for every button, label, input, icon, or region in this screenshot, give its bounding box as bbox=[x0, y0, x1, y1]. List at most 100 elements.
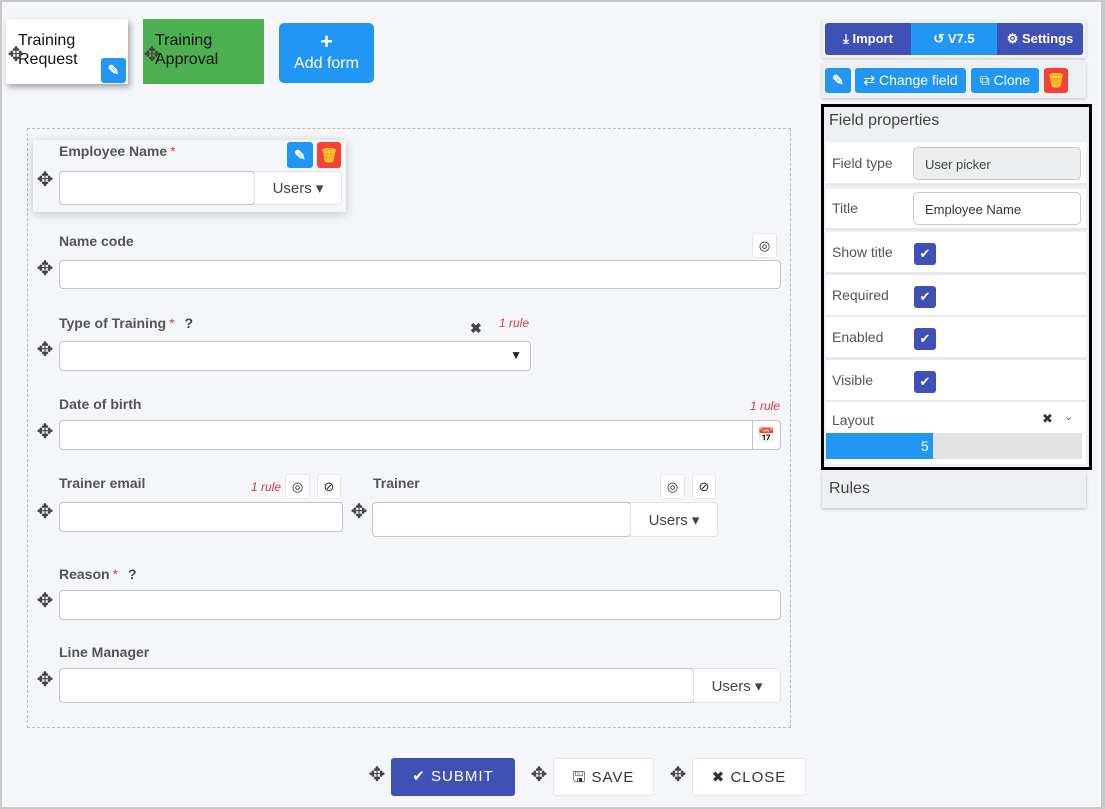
clear-icon[interactable]: ✖ bbox=[470, 320, 482, 337]
rule-count[interactable]: 1 rule bbox=[750, 399, 780, 413]
move-icon[interactable]: ✥ bbox=[34, 170, 56, 190]
prop-label: Visible bbox=[832, 372, 873, 388]
move-icon[interactable]: ✥ bbox=[34, 422, 56, 442]
submit-button[interactable]: ✔ SUBMIT bbox=[391, 758, 515, 796]
enabled-checkbox[interactable]: ✔ bbox=[914, 328, 936, 350]
employee-name-input[interactable] bbox=[59, 171, 255, 205]
prop-label: Layout bbox=[832, 412, 875, 428]
move-icon[interactable]: ✥ bbox=[141, 45, 163, 65]
field-label: Type of Training *? bbox=[59, 315, 194, 331]
pencil-icon: ✎ bbox=[107, 62, 120, 78]
users-dropdown-button[interactable]: Users ▾ bbox=[630, 502, 718, 537]
field-type-value: User picker bbox=[913, 147, 1081, 180]
layout-slider[interactable]: 5 bbox=[826, 433, 1082, 459]
prop-label: Field type bbox=[832, 155, 893, 171]
eye-slash-icon: ◎ bbox=[666, 479, 679, 494]
reason-input[interactable] bbox=[59, 590, 781, 620]
history-icon: ↺ bbox=[933, 31, 945, 46]
settings-button[interactable]: ⚙ Settings bbox=[997, 23, 1083, 55]
prop-label: Title bbox=[832, 200, 858, 216]
copy-icon: ⧉ bbox=[979, 72, 990, 88]
trainer-input[interactable] bbox=[372, 502, 631, 537]
change-field-button[interactable]: ⇄ Change field bbox=[855, 68, 966, 93]
move-icon[interactable]: ✥ bbox=[34, 502, 56, 522]
show-title-checkbox[interactable]: ✔ bbox=[914, 243, 936, 265]
add-form-button[interactable]: + Add form bbox=[279, 23, 374, 83]
rule-count[interactable]: 1 rule bbox=[251, 480, 281, 494]
pencil-icon: ✎ bbox=[294, 147, 306, 163]
disable-toggle-button[interactable]: ⊘ bbox=[317, 474, 341, 499]
trash-icon: 🗑 bbox=[1047, 72, 1065, 88]
prop-show-title: Show title ✔ bbox=[826, 232, 1086, 275]
prop-label: Required bbox=[832, 287, 889, 303]
prop-field-type: Field type User picker bbox=[826, 142, 1086, 186]
disable-toggle-button[interactable]: ⊘ bbox=[692, 474, 716, 499]
layout-slider-fill[interactable]: 5 bbox=[826, 433, 933, 459]
delete-field-button[interactable]: 🗑 bbox=[1044, 68, 1068, 93]
prop-required: Required ✔ bbox=[826, 275, 1086, 318]
move-icon[interactable]: ✥ bbox=[667, 765, 689, 785]
visible-checkbox[interactable]: ✔ bbox=[914, 371, 936, 393]
visibility-toggle-button[interactable]: ◎ bbox=[752, 233, 777, 258]
caret-down-icon: ▼ bbox=[510, 348, 522, 362]
gear-icon: ⚙ bbox=[1006, 31, 1019, 46]
check-icon: ✔ bbox=[412, 768, 426, 785]
clear-icon[interactable]: ✖ bbox=[1042, 411, 1053, 427]
move-icon[interactable]: ✥ bbox=[366, 765, 388, 785]
edit-field-button[interactable]: ✎ bbox=[825, 68, 851, 93]
edit-tab-button[interactable]: ✎ bbox=[101, 58, 126, 83]
users-dropdown-button[interactable]: Users ▾ bbox=[254, 171, 342, 205]
field-label: Name code bbox=[59, 233, 134, 249]
trainer-email-input[interactable] bbox=[59, 502, 343, 532]
version-button[interactable]: ↺ V7.5 bbox=[911, 23, 997, 55]
prop-enabled: Enabled ✔ bbox=[826, 317, 1086, 360]
move-icon[interactable]: ✥ bbox=[348, 502, 370, 522]
plus-icon: + bbox=[320, 29, 333, 54]
ban-icon: ⊘ bbox=[323, 479, 335, 494]
calendar-button[interactable]: 📅 bbox=[752, 420, 781, 450]
download-icon: ⤓ bbox=[843, 31, 849, 46]
move-icon[interactable]: ✥ bbox=[34, 259, 56, 279]
move-icon[interactable]: ✥ bbox=[34, 670, 56, 690]
field-label: Employee Name * bbox=[59, 143, 176, 159]
prop-visible: Visible ✔ bbox=[826, 360, 1086, 403]
edit-field-button[interactable]: ✎ bbox=[287, 142, 313, 168]
field-label: Line Manager bbox=[59, 644, 150, 660]
field-label: Trainer bbox=[373, 475, 420, 491]
move-icon[interactable]: ✥ bbox=[528, 765, 550, 785]
users-dropdown-button[interactable]: Users ▾ bbox=[693, 668, 781, 703]
name-code-input[interactable] bbox=[59, 260, 781, 289]
rule-count[interactable]: 1 rule bbox=[499, 316, 529, 330]
field-label: Date of birth bbox=[59, 396, 142, 412]
floppy-icon: 🖫 bbox=[572, 769, 587, 786]
date-of-birth-input[interactable] bbox=[59, 420, 781, 450]
field-label: Reason *? bbox=[59, 566, 137, 582]
rules-panel[interactable]: Rules bbox=[822, 472, 1086, 508]
title-input[interactable]: Employee Name bbox=[913, 192, 1081, 225]
move-icon[interactable]: ✥ bbox=[5, 45, 27, 65]
line-manager-input[interactable] bbox=[59, 668, 694, 703]
exchange-icon: ⇄ bbox=[863, 72, 876, 88]
prop-label: Show title bbox=[832, 244, 893, 260]
prop-layout: Layout ✖ ⌄ 5 bbox=[826, 402, 1086, 464]
delete-field-button[interactable]: 🗑 bbox=[317, 142, 341, 168]
trash-icon: 🗑 bbox=[320, 147, 338, 163]
save-button[interactable]: 🖫 SAVE bbox=[553, 758, 654, 796]
required-checkbox[interactable]: ✔ bbox=[914, 286, 936, 308]
move-icon[interactable]: ✥ bbox=[34, 340, 56, 360]
move-icon[interactable]: ✥ bbox=[34, 591, 56, 611]
visibility-toggle-button[interactable]: ◎ bbox=[285, 474, 310, 499]
eye-slash-icon: ◎ bbox=[291, 479, 304, 494]
type-of-training-select[interactable]: ▼ bbox=[59, 341, 531, 371]
eye-slash-icon: ◎ bbox=[758, 238, 771, 253]
clone-button[interactable]: ⧉ Clone bbox=[971, 68, 1039, 93]
close-button[interactable]: ✖ CLOSE bbox=[692, 758, 806, 796]
visibility-toggle-button[interactable]: ◎ bbox=[660, 474, 685, 499]
field-label: Trainer email bbox=[59, 475, 146, 491]
chevron-down-icon[interactable]: ⌄ bbox=[1064, 410, 1073, 423]
calendar-icon: 📅 bbox=[757, 427, 776, 443]
close-icon: ✖ bbox=[711, 769, 726, 786]
prop-label: Enabled bbox=[832, 329, 884, 345]
import-button[interactable]: ⤓ Import bbox=[825, 23, 911, 55]
panel-title: Field properties bbox=[829, 112, 940, 129]
